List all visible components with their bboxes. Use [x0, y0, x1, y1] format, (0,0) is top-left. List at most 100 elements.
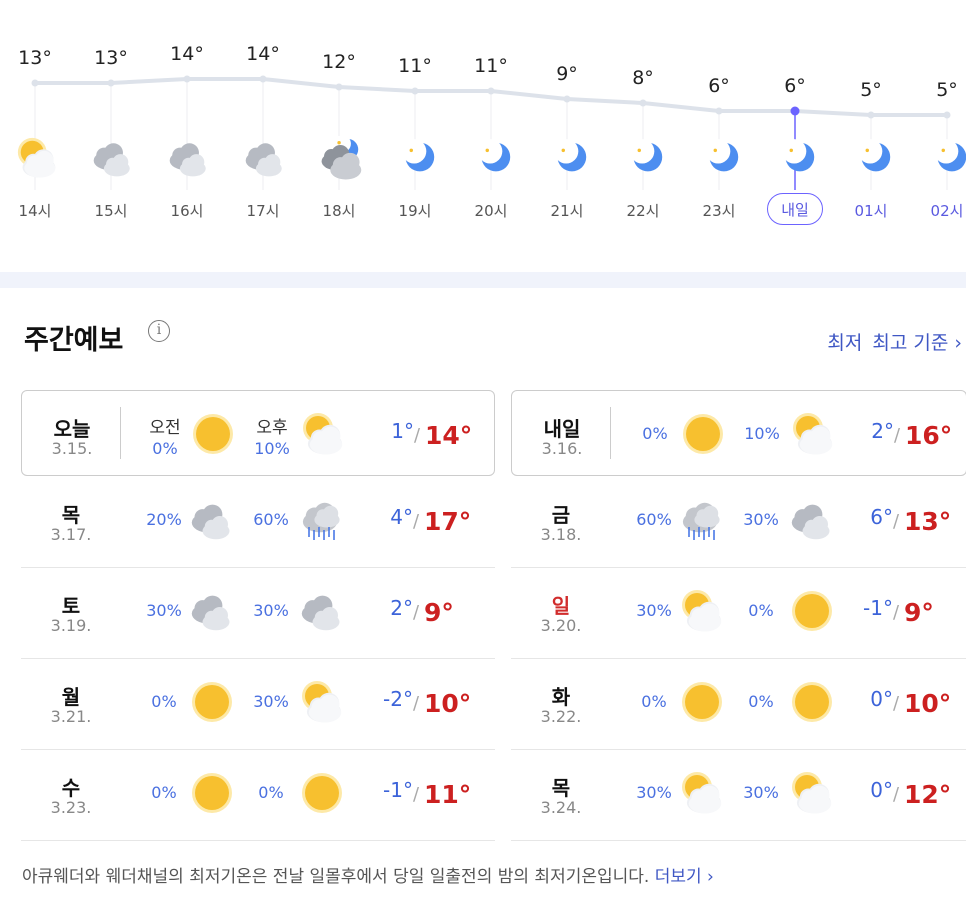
am-precip: 0%	[152, 439, 178, 458]
hour-column[interactable]: 5° 01시	[833, 0, 909, 272]
am-precip: 0%	[151, 783, 177, 802]
sunny-icon	[679, 679, 725, 725]
temp-slash: /	[413, 511, 420, 532]
high-temp: 11°	[424, 780, 472, 809]
hour-column[interactable]: 14° 17시	[225, 0, 301, 272]
am-precip: 20%	[146, 510, 182, 529]
low-temp: 6°	[870, 505, 893, 529]
hour-column[interactable]: 11° 20시	[453, 0, 529, 272]
am-precip: 0%	[641, 692, 667, 711]
day-name: 일	[551, 594, 571, 618]
day-row[interactable]: 목 3.24. 30% 30% 0°/12°	[511, 750, 966, 841]
day-date: 3.21.	[50, 707, 92, 726]
temp-slash: /	[413, 602, 420, 623]
hour-column[interactable]: 6° 내일	[757, 0, 833, 272]
hourly-forecast: 13° 14시 13° 15시 14° 16시 14° 17시 12° 18시 11° 19시 11° 2…	[0, 0, 966, 272]
cloudy-icon	[91, 136, 135, 180]
hour-column[interactable]: 14° 16시	[149, 0, 225, 272]
day-date: 3.19.	[50, 616, 92, 635]
low-temp: 4°	[390, 505, 413, 529]
hour-temp: 14°	[246, 43, 280, 65]
hour-temp: 5°	[936, 79, 958, 101]
temp-slash: /	[893, 784, 900, 805]
hour-temp: 11°	[398, 55, 432, 77]
temp-slash: /	[894, 425, 901, 446]
sunny-icon	[680, 411, 726, 457]
hour-time: 18시	[322, 202, 356, 220]
hour-temp: 13°	[94, 47, 128, 69]
cloudy-icon	[243, 136, 287, 180]
low-temp: -1°	[383, 778, 413, 802]
hour-column[interactable]: 6° 23시	[681, 0, 757, 272]
high-temp: 14°	[425, 421, 473, 450]
info-icon[interactable]: i	[148, 320, 170, 342]
partly-cloudy-icon	[790, 411, 836, 457]
criteria-link[interactable]: 최저 최고 기준 ›	[827, 328, 962, 355]
hour-column[interactable]: 12° 18시	[301, 0, 377, 272]
cloudy-icon	[189, 588, 235, 634]
day-row[interactable]: 목 3.17. 20% 60% 4°/17°	[21, 477, 495, 568]
hour-column[interactable]: 8° 22시	[605, 0, 681, 272]
hour-time: 01시	[854, 202, 888, 220]
pm-precip: 0%	[748, 692, 774, 711]
day-date: 3.17.	[50, 525, 92, 544]
pm-precip: 10%	[254, 439, 290, 458]
sunny-icon	[189, 770, 235, 816]
clear-night-icon	[699, 136, 743, 180]
day-row[interactable]: 내일 3.16. 0% 10% 2°/16°	[511, 390, 966, 476]
day-row[interactable]: 수 3.23. 0% 0% -1°/11°	[21, 750, 495, 841]
sunny-icon	[299, 770, 345, 816]
am-precip: 0%	[642, 424, 668, 443]
hour-time: 15시	[94, 202, 128, 220]
low-temp: 1°	[391, 419, 414, 443]
sunny-icon	[189, 679, 235, 725]
partly-cloudy-icon	[789, 770, 835, 816]
day-name: 내일	[543, 417, 581, 441]
hour-column[interactable]: 11° 19시	[377, 0, 453, 272]
rain-icon	[299, 497, 345, 543]
hour-column[interactable]: 13° 14시	[0, 0, 73, 272]
day-row[interactable]: 토 3.19. 30% 30% 2°/9°	[21, 568, 495, 659]
hour-column[interactable]: 9° 21시	[529, 0, 605, 272]
am-precip: 30%	[146, 601, 182, 620]
day-name: 월	[61, 685, 81, 709]
day-row[interactable]: 일 3.20. 30% 0% -1°/9°	[511, 568, 966, 659]
pm-precip: 0%	[258, 783, 284, 802]
day-row[interactable]: 오늘 3.15. 오전 0% 오후 10% 1°/14°	[21, 390, 495, 476]
hour-temp: 8°	[632, 67, 654, 89]
pm-precip: 30%	[253, 601, 289, 620]
section-divider	[0, 272, 966, 288]
day-row[interactable]: 화 3.22. 0% 0% 0°/10°	[511, 659, 966, 750]
clear-night-icon	[547, 136, 591, 180]
day-row[interactable]: 월 3.21. 0% 30% -2°/10°	[21, 659, 495, 750]
clear-night-icon	[395, 136, 439, 180]
more-link[interactable]: 더보기 ›	[655, 867, 714, 887]
clear-night-icon	[927, 136, 966, 180]
day-row[interactable]: 금 3.18. 60% 30% 6°/13°	[511, 477, 966, 568]
day-date: 3.18.	[540, 525, 582, 544]
day-name: 금	[551, 503, 571, 527]
high-temp: 10°	[904, 689, 952, 718]
high-temp: 17°	[424, 507, 472, 536]
am-precip: 30%	[636, 783, 672, 802]
cloudy-icon	[189, 497, 235, 543]
rain-icon	[679, 497, 725, 543]
pm-precip: 0%	[748, 601, 774, 620]
hour-temp: 5°	[860, 79, 882, 101]
high-temp: 10°	[424, 689, 472, 718]
temp-slash: /	[893, 693, 900, 714]
day-date: 3.24.	[540, 798, 582, 817]
hour-time: 14시	[18, 202, 52, 220]
day-name: 화	[551, 685, 571, 709]
hour-time: 02시	[930, 202, 964, 220]
day-name: 토	[61, 594, 81, 618]
hour-temp: 14°	[170, 43, 204, 65]
partly-cloudy-icon	[679, 588, 725, 634]
hour-column[interactable]: 13° 15시	[73, 0, 149, 272]
hour-time: 19시	[398, 202, 432, 220]
cloudy-icon	[789, 497, 835, 543]
sunny-icon	[190, 411, 236, 457]
weekly-title: 주간예보	[24, 325, 124, 356]
cloudy-night-icon	[319, 134, 363, 180]
hour-column[interactable]: 5° 02시	[909, 0, 966, 272]
